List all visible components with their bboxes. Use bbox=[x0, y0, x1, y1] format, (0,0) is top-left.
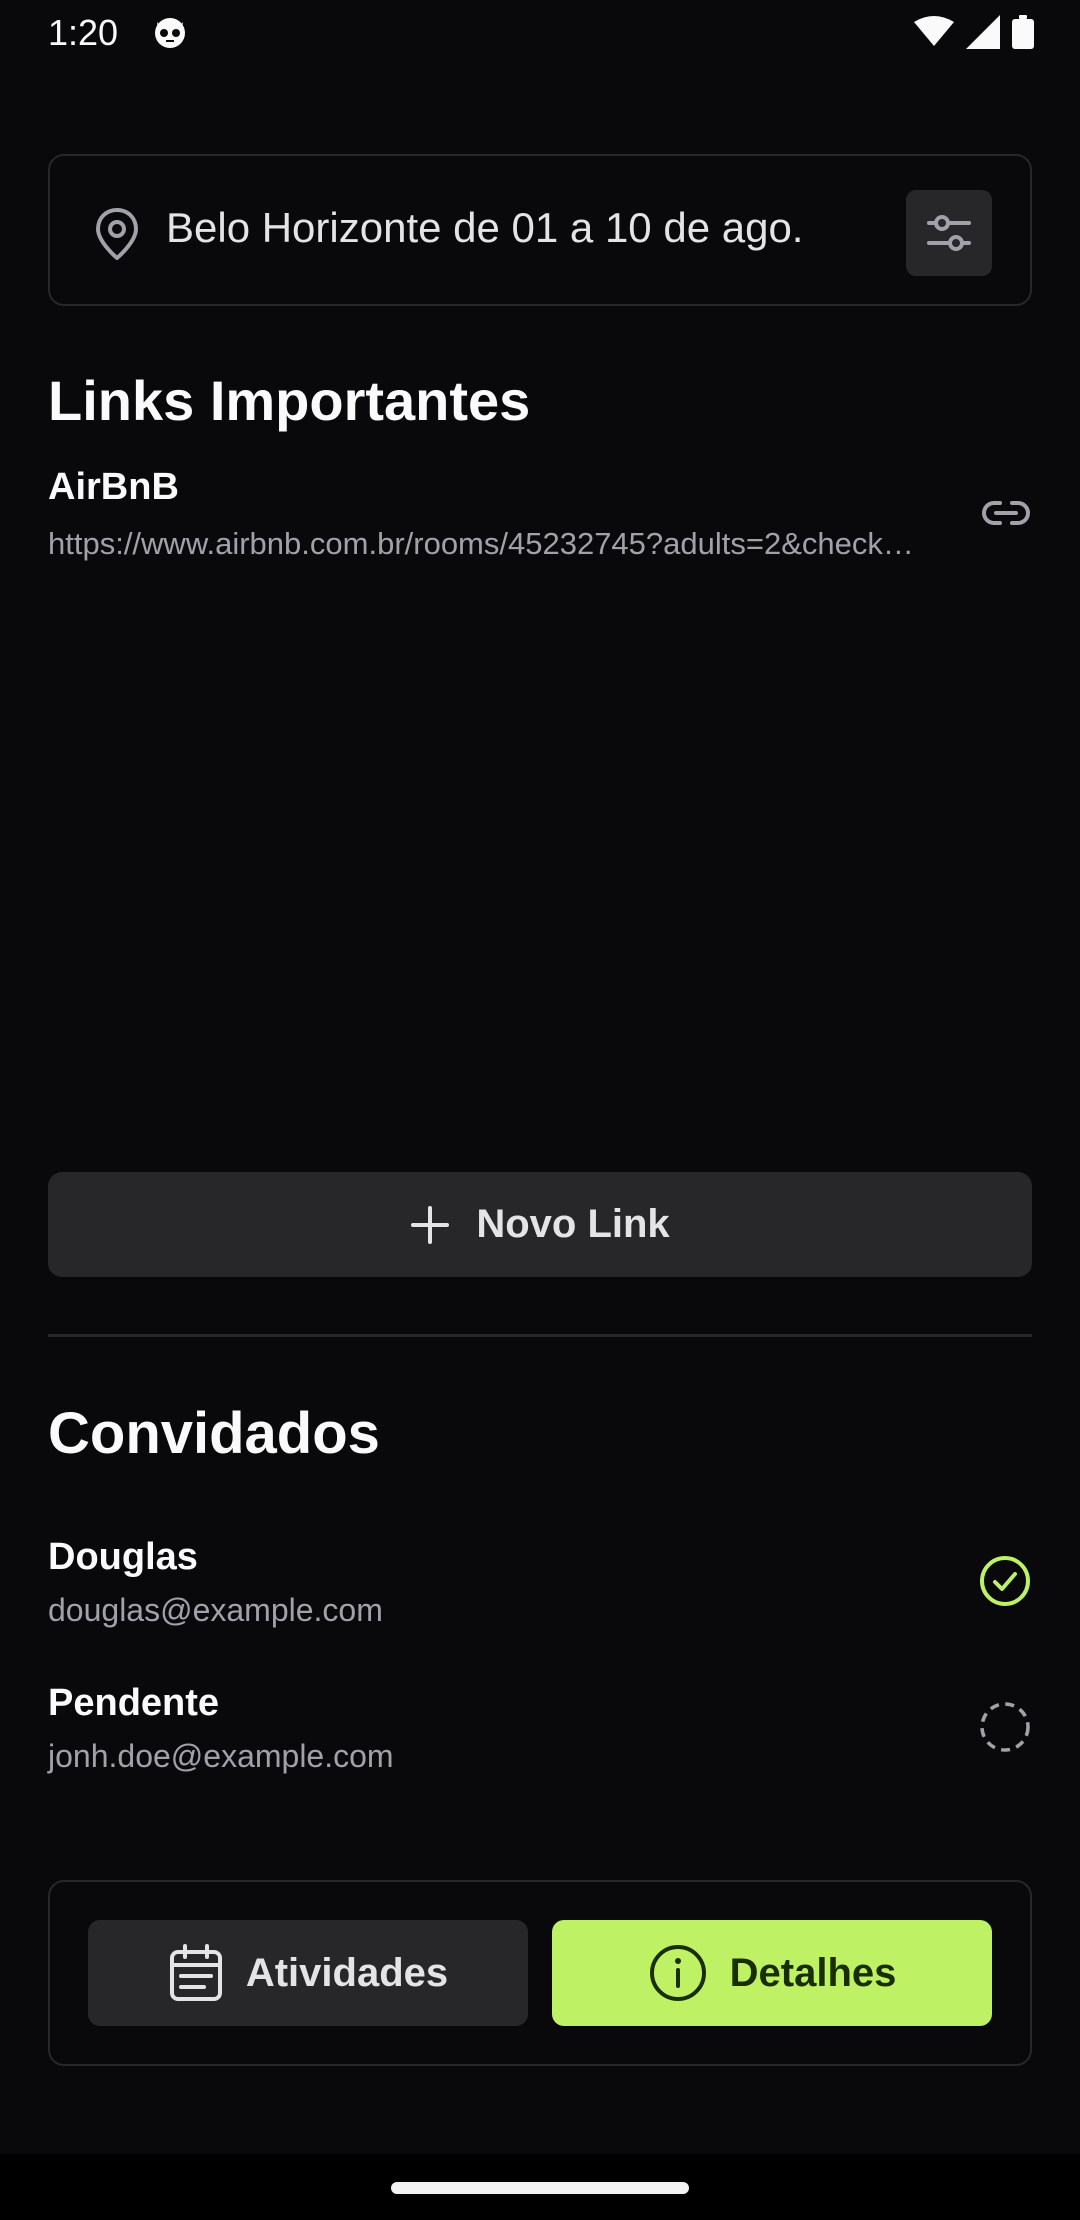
home-indicator[interactable] bbox=[391, 2182, 689, 2194]
battery-icon bbox=[1012, 15, 1034, 49]
guest-email: jonh.doe@example.com bbox=[48, 1738, 394, 1774]
bottom-tab-bar: Atividades Detalhes bbox=[48, 1880, 1032, 2066]
info-icon bbox=[649, 1945, 706, 2001]
guest-name: Douglas bbox=[48, 1536, 198, 1578]
new-link-button[interactable]: Novo Link bbox=[48, 1172, 1032, 1277]
guest-item[interactable]: Douglas douglas@example.com bbox=[48, 1536, 1032, 1636]
trip-location-text: Belo Horizonte de 01 a 10 de ago. bbox=[166, 204, 804, 251]
plus-icon bbox=[411, 1205, 450, 1244]
signal-icon bbox=[966, 15, 1000, 49]
dashed-circle-icon bbox=[980, 1702, 1030, 1752]
check-circle-icon bbox=[980, 1556, 1030, 1606]
status-time: 1:20 bbox=[48, 12, 119, 53]
settings-button[interactable] bbox=[906, 190, 992, 276]
tab-details[interactable]: Detalhes bbox=[552, 1920, 992, 2026]
status-icons bbox=[914, 14, 1034, 50]
settings-sliders-icon bbox=[927, 215, 971, 251]
section-divider bbox=[48, 1334, 1032, 1337]
system-nav-bar bbox=[0, 2154, 1080, 2220]
wifi-icon bbox=[914, 16, 954, 46]
link-url: https://www.airbnb.com.br/rooms/45232745… bbox=[48, 526, 928, 561]
tab-details-label: Detalhes bbox=[729, 1950, 897, 1995]
new-link-label: Novo Link bbox=[476, 1202, 670, 1246]
link-icon[interactable] bbox=[980, 496, 1032, 530]
link-item[interactable]: AirBnB https://www.airbnb.com.br/rooms/4… bbox=[48, 466, 1032, 566]
calendar-icon bbox=[169, 1944, 222, 2001]
status-bar: 1:20 bbox=[0, 0, 1080, 66]
links-section-title: Links Importantes bbox=[48, 369, 531, 432]
map-pin-icon bbox=[96, 208, 138, 260]
trip-location-card: Belo Horizonte de 01 a 10 de ago. bbox=[48, 154, 1032, 306]
guest-item[interactable]: Pendente jonh.doe@example.com bbox=[48, 1682, 1032, 1782]
guest-name: Pendente bbox=[48, 1682, 220, 1724]
tab-activities-label: Atividades bbox=[245, 1950, 449, 1995]
cat-icon bbox=[155, 18, 185, 48]
guests-section-title: Convidados bbox=[48, 1401, 380, 1466]
tab-activities[interactable]: Atividades bbox=[88, 1920, 528, 2026]
link-name: AirBnB bbox=[48, 466, 179, 508]
guest-email: douglas@example.com bbox=[48, 1592, 383, 1628]
